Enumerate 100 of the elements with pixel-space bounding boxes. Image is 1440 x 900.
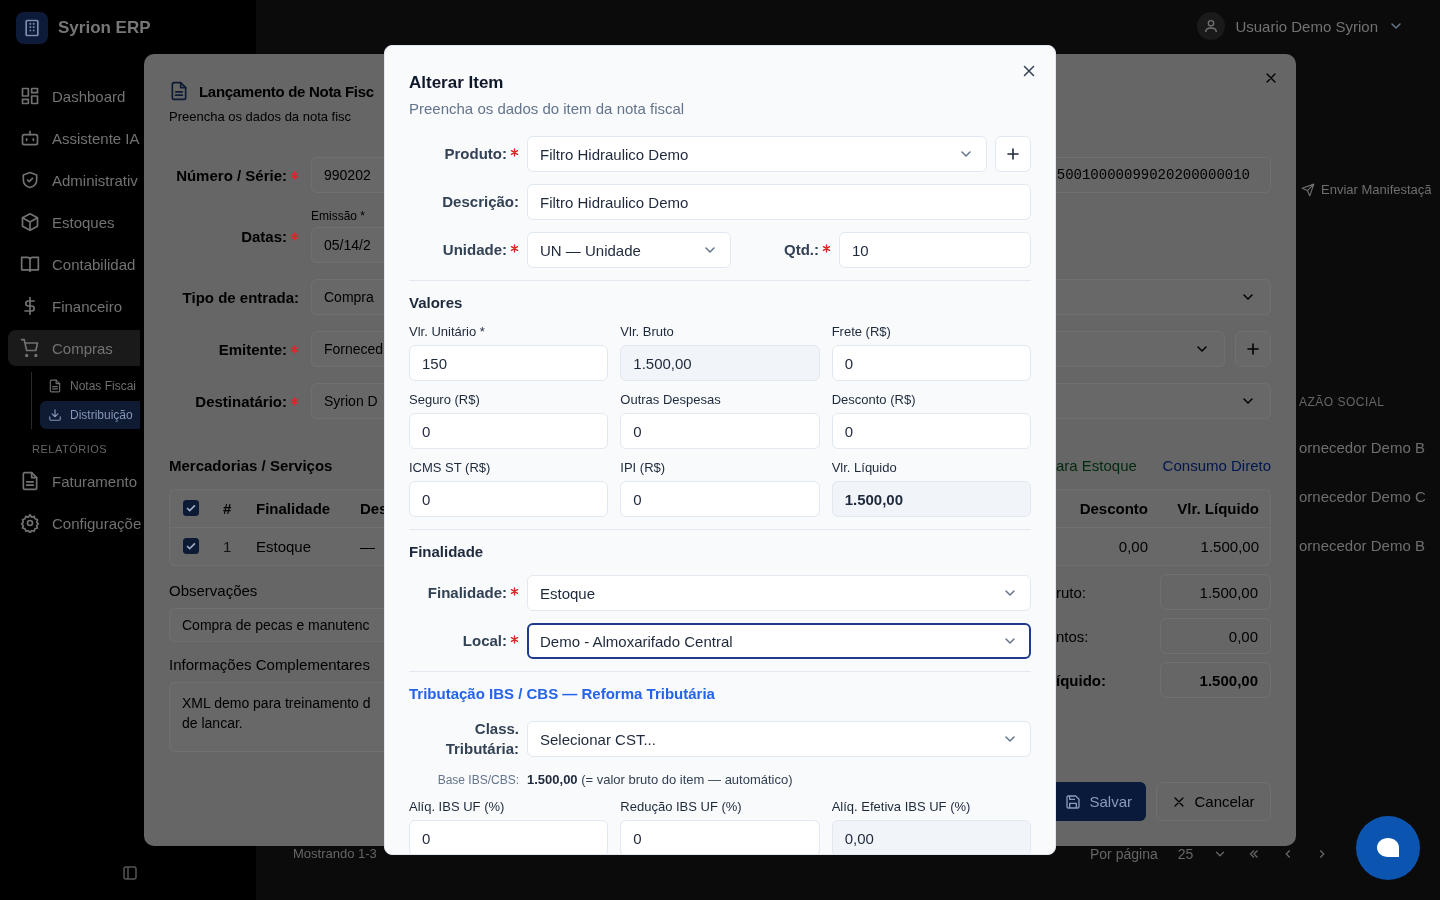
input-field[interactable]: Compra de pecas e manutenc — [169, 608, 384, 642]
sidebar-item[interactable]: Financeiro — [8, 288, 140, 324]
input-field[interactable]: 0 — [831, 413, 1031, 449]
field-label: IPI (R$) — [620, 461, 667, 475]
plus-icon — [1005, 146, 1021, 162]
field-label: Produto: — [444, 144, 507, 164]
settings-icon — [20, 513, 40, 533]
input-field[interactable]: 0 — [620, 481, 820, 517]
input-field[interactable]: Syrion D — [311, 383, 384, 419]
field-label: Tipo de entrada: — [182, 288, 299, 306]
field-label: Vlr. Líquido — [831, 461, 898, 475]
panel-toggle-icon[interactable] — [122, 865, 138, 881]
field-label: Base IBS/CBS: — [436, 772, 519, 787]
field-label: Número / Série: — [176, 166, 287, 184]
input-field[interactable]: 150 — [409, 345, 609, 381]
checkbox[interactable] — [183, 537, 199, 554]
add-button[interactable] — [1235, 331, 1271, 367]
input-field[interactable]: 0 — [831, 345, 1031, 381]
field-label: Alíq. IBS UF (%) — [409, 800, 506, 814]
building-icon — [22, 18, 42, 38]
close-icon — [1021, 63, 1037, 79]
sidebar-item[interactable]: Estoques — [8, 204, 140, 240]
save-button[interactable]: Salvar — [1056, 782, 1146, 821]
sidebar-item[interactable]: Configuraçõe — [8, 505, 140, 541]
column-header: Desconto — [1078, 500, 1149, 517]
sidebar-item[interactable]: Dashboard — [8, 78, 140, 114]
input-field[interactable]: 0 — [409, 820, 609, 854]
total-label: íquido: — [1056, 671, 1107, 689]
input-field[interactable]: 0 — [620, 413, 820, 449]
input-field[interactable]: Filtro Hidraulico Demo — [527, 184, 1031, 220]
chat-icon — [1375, 836, 1401, 860]
input-field[interactable]: Compra — [311, 279, 384, 315]
input-field[interactable]: Forneced — [311, 331, 384, 367]
section-heading: Tributação IBS / CBS — Reforma Tributária — [409, 686, 716, 702]
per-page-select[interactable]: 25 — [1177, 846, 1194, 862]
input-field[interactable]: 990202 — [311, 157, 384, 193]
table-cell-text: 0,00 — [1117, 538, 1149, 555]
field-label: Redução IBS UF (%) — [620, 800, 743, 814]
cube-icon — [20, 212, 40, 232]
field-label: Datas: — [241, 227, 287, 245]
field-label: Emitente: — [218, 340, 287, 358]
input-field[interactable]: 1.500,00 — [831, 481, 1031, 517]
sidebar-item[interactable]: Faturamento — [8, 463, 140, 499]
table-cell-text: ornecedor Demo B — [1299, 537, 1426, 556]
shield-icon — [20, 170, 40, 190]
select-field[interactable]: Estoque — [527, 575, 1031, 611]
link[interactable]: Consumo Direto — [1162, 457, 1271, 475]
field-label: Informações Complementares — [169, 656, 371, 674]
cart-icon — [20, 338, 40, 358]
cancel-button[interactable]: Cancelar — [1156, 782, 1271, 821]
input-field[interactable]: 05/14/2 — [311, 227, 384, 263]
input-field[interactable]: 0,00 — [831, 820, 1031, 854]
send-button[interactable]: Enviar Manifestaçã — [1301, 182, 1432, 197]
unit-select[interactable]: UN — Unidade — [527, 232, 731, 268]
user-name[interactable]: Usuario Demo Syrion — [1235, 17, 1378, 35]
send-icon — [1301, 182, 1315, 197]
sidebar-item[interactable]: Contabilidad — [8, 246, 140, 282]
table-cell-text: Estoque — [255, 538, 313, 555]
input-field[interactable]: 1.500,00 — [620, 345, 820, 381]
document-icon — [20, 471, 40, 491]
text-area[interactable]: XML demo para treinamento d de lancar. — [169, 682, 384, 752]
close-button[interactable] — [1021, 63, 1037, 79]
total-label: ruto: — [1056, 583, 1087, 601]
save-icon — [1065, 793, 1082, 810]
section-heading: RELATÓRIOS — [31, 442, 109, 457]
product-select[interactable]: Filtro Hidraulico Demo — [527, 136, 987, 172]
field-label: ICMS ST (R$) — [409, 461, 492, 475]
field-label: Unidade: — [442, 240, 507, 260]
sidebar-subitem[interactable]: Notas Fiscai — [40, 372, 140, 400]
input-field[interactable]: 0 — [409, 413, 609, 449]
dialog-title: Lançamento de Nota Fisc — [199, 82, 374, 100]
sidebar-subitem[interactable]: Distribuição — [40, 401, 140, 429]
sidebar-item[interactable]: Compras — [8, 330, 140, 366]
sidebar-item[interactable]: Assistente IA — [8, 120, 140, 156]
checkbox[interactable] — [183, 499, 199, 516]
pagination-summary: Mostrando 1-3 — [293, 846, 377, 861]
user-icon — [1203, 18, 1220, 34]
table-cell-text: ornecedor Demo C — [1299, 488, 1427, 507]
field-caption: Emissão * — [311, 209, 367, 223]
select-field[interactable]: Selecionar CST... — [527, 721, 1031, 757]
column-header: Finalidade — [255, 500, 332, 517]
section-heading: Mercadorias / Serviços — [169, 457, 334, 475]
input-field[interactable]: 10 — [839, 232, 1031, 268]
select-field[interactable]: Demo - Almoxarifado Central — [527, 623, 1031, 659]
dialog-title: Alterar Item — [409, 72, 505, 94]
plus-icon — [1245, 341, 1261, 357]
select-field[interactable] — [1056, 331, 1225, 367]
dialog-subtitle: Preencha os dados da nota fisc — [169, 108, 353, 126]
select-field[interactable] — [1056, 383, 1271, 419]
field-label: Descrição: — [442, 192, 519, 212]
field-label: Alíq. Efetiva IBS UF (%) — [831, 800, 972, 814]
table-cell-text: ornecedor Demo B — [1299, 439, 1426, 458]
select-field[interactable] — [1056, 279, 1271, 315]
input-field[interactable]: 0 — [620, 820, 820, 854]
sidebar-item[interactable]: Administrativ — [8, 162, 140, 198]
field-label: Outras Despesas — [620, 393, 722, 407]
download-icon — [48, 408, 62, 422]
input-field[interactable]: 0 — [409, 481, 609, 517]
link[interactable]: ara Estoque — [1056, 457, 1137, 475]
access-key-field[interactable]: 50010000099020200000010 — [1056, 157, 1271, 193]
